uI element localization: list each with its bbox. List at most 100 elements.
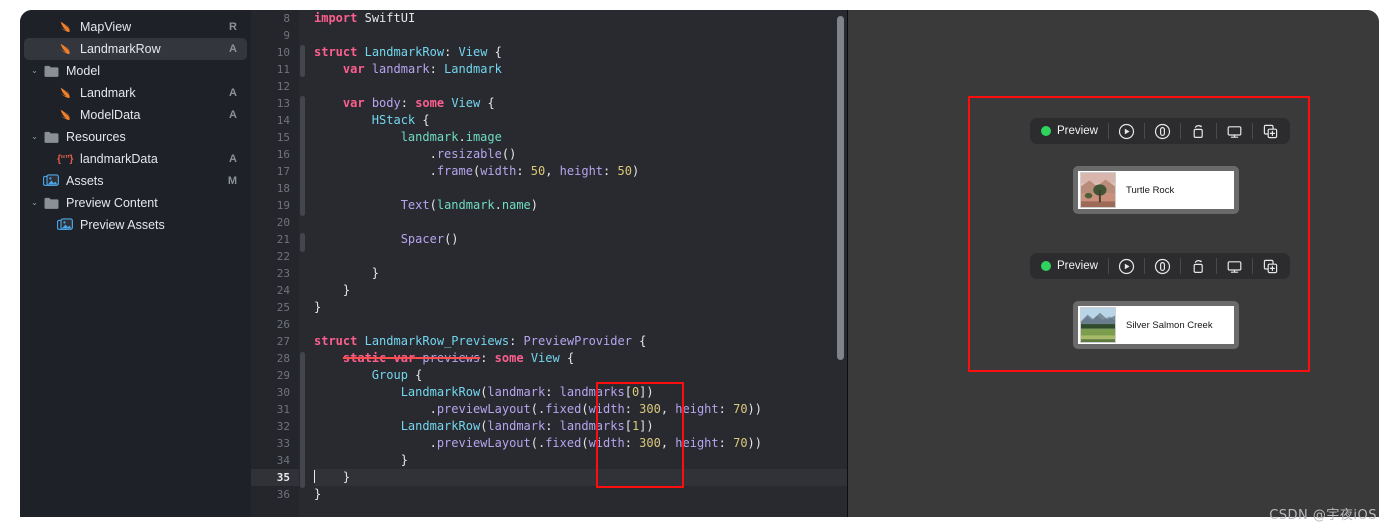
- code-line[interactable]: }: [314, 486, 847, 503]
- sidebar-item-landmarkdata[interactable]: {“”} landmarkData A: [24, 148, 247, 170]
- rotate-3d-icon[interactable]: [1181, 118, 1216, 144]
- line-number: 10: [276, 46, 290, 59]
- source-code-area[interactable]: import SwiftUI struct LandmarkRow: View {…: [308, 10, 847, 517]
- code-line[interactable]: [314, 27, 847, 44]
- line-number: 33: [276, 437, 290, 450]
- sidebar-item-label: MapView: [80, 20, 132, 34]
- code-line[interactable]: .previewLayout(.fixed(width: 300, height…: [314, 435, 847, 452]
- inspect-circle-icon[interactable]: [1145, 118, 1180, 144]
- code-line[interactable]: HStack {: [314, 112, 847, 129]
- swift-file-icon: [60, 109, 70, 121]
- line-number: 23: [276, 267, 290, 280]
- line-number: 28: [276, 352, 290, 365]
- folder-icon: [44, 65, 58, 77]
- display-icon[interactable]: [1217, 118, 1252, 144]
- scm-status-badge: A: [229, 43, 237, 55]
- code-line[interactable]: LandmarkRow(landmark: landmarks[0]): [314, 384, 847, 401]
- code-line[interactable]: Spacer(): [314, 231, 847, 248]
- sidebar-item-label: Preview Content: [66, 196, 158, 210]
- folder-icon: [44, 197, 58, 209]
- swift-file-icon: [55, 108, 75, 122]
- code-line[interactable]: }: [314, 299, 847, 316]
- code-line[interactable]: import SwiftUI: [314, 10, 847, 27]
- play-circle-icon[interactable]: [1109, 253, 1144, 279]
- code-line[interactable]: [314, 214, 847, 231]
- duplicate-add-icon[interactable]: [1253, 118, 1288, 144]
- sidebar-item-label: Assets: [66, 174, 104, 188]
- code-line[interactable]: .previewLayout(.fixed(width: 300, height…: [314, 401, 847, 418]
- code-line[interactable]: }: [314, 452, 847, 469]
- preview-status-button[interactable]: Preview: [1032, 125, 1108, 137]
- line-number: 8: [283, 12, 290, 25]
- silver-salmon-creek-thumbnail: [1080, 307, 1116, 343]
- sidebar-item-assets[interactable]: Assets M: [24, 170, 247, 192]
- code-line[interactable]: static var previews: some View {: [314, 350, 847, 367]
- code-line[interactable]: var landmark: Landmark: [314, 61, 847, 78]
- display-icon[interactable]: [1217, 253, 1252, 279]
- landmark-row-preview: Turtle Rock: [1078, 171, 1234, 209]
- landmark-name-label: Silver Salmon Creek: [1126, 319, 1213, 331]
- fold-bar[interactable]: [300, 233, 305, 252]
- code-line[interactable]: Text(landmark.name): [314, 197, 847, 214]
- code-line[interactable]: .resizable(): [314, 146, 847, 163]
- navigator-list[interactable]: MapView R LandmarkRow A ⌄ Model Landmark A Model…: [20, 16, 251, 236]
- code-line[interactable]: [314, 248, 847, 265]
- live-status-dot-icon: [1041, 126, 1051, 136]
- code-editor[interactable]: 8 9 10 11 12 13 14 15 16 17 18 19 20 21 22 23 24 25 26 27 28…: [251, 10, 847, 517]
- folder-icon: [41, 65, 61, 78]
- line-number: 34: [276, 454, 290, 467]
- code-line[interactable]: [314, 78, 847, 95]
- sidebar-item-mapview[interactable]: MapView R: [24, 16, 247, 38]
- code-line[interactable]: .frame(width: 50, height: 50): [314, 163, 847, 180]
- sidebar-item-preview-assets[interactable]: Preview Assets: [24, 214, 247, 236]
- code-line[interactable]: struct LandmarkRow_Previews: PreviewProv…: [314, 333, 847, 350]
- line-number: 29: [276, 369, 290, 382]
- preview-card[interactable]: Silver Salmon Creek: [1073, 301, 1239, 349]
- sidebar-item-landmarkrow[interactable]: LandmarkRow A: [24, 38, 247, 60]
- sidebar-item-label: ModelData: [80, 108, 141, 122]
- preview-status-label: Preview: [1057, 260, 1098, 272]
- code-line[interactable]: Group {: [314, 367, 847, 384]
- landmark-row-preview: Silver Salmon Creek: [1078, 306, 1234, 344]
- folder-icon: [41, 197, 61, 210]
- preview-status-button[interactable]: Preview: [1032, 260, 1108, 272]
- preview-toolbar[interactable]: Preview: [1030, 118, 1290, 144]
- fold-bar[interactable]: [300, 96, 305, 216]
- duplicate-add-icon[interactable]: [1253, 253, 1288, 279]
- code-line[interactable]: struct LandmarkRow: View {: [314, 44, 847, 61]
- editor-vertical-scrollbar[interactable]: [837, 16, 844, 360]
- line-number: 15: [276, 131, 290, 144]
- disclosure-triangle-icon[interactable]: ⌄: [28, 133, 41, 141]
- code-line[interactable]: var body: some View {: [314, 95, 847, 112]
- line-number: 19: [276, 199, 290, 212]
- sidebar-item-modeldata[interactable]: ModelData A: [24, 104, 247, 126]
- preview-status-label: Preview: [1057, 125, 1098, 137]
- code-line[interactable]: landmark.image: [314, 129, 847, 146]
- preview-card[interactable]: Turtle Rock: [1073, 166, 1239, 214]
- disclosure-triangle-icon[interactable]: ⌄: [28, 199, 41, 207]
- sidebar-item-landmark[interactable]: Landmark A: [24, 82, 247, 104]
- code-line[interactable]: }: [314, 282, 847, 299]
- fold-bar[interactable]: [300, 45, 305, 77]
- sidebar-item-preview-content[interactable]: ⌄ Preview Content: [24, 192, 247, 214]
- fold-bar[interactable]: [300, 352, 305, 488]
- code-line[interactable]: [314, 180, 847, 197]
- preview-toolbar[interactable]: Preview: [1030, 253, 1290, 279]
- line-number: 32: [276, 420, 290, 433]
- preview-canvas[interactable]: Preview Turtle Rock Preview Silver Salmon C…: [848, 10, 1379, 517]
- code-line[interactable]: }: [314, 469, 847, 486]
- code-line[interactable]: LandmarkRow(landmark: landmarks[1]): [314, 418, 847, 435]
- code-line[interactable]: [314, 316, 847, 333]
- disclosure-triangle-icon[interactable]: ⌄: [28, 67, 41, 75]
- sidebar-item-model[interactable]: ⌄ Model: [24, 60, 247, 82]
- scm-status-badge: A: [229, 153, 237, 165]
- code-line[interactable]: }: [314, 265, 847, 282]
- project-navigator-sidebar[interactable]: MapView R LandmarkRow A ⌄ Model Landmark A Model…: [20, 10, 251, 517]
- inspect-circle-icon[interactable]: [1145, 253, 1180, 279]
- play-circle-icon[interactable]: [1109, 118, 1144, 144]
- code-fold-strip[interactable]: [299, 10, 308, 517]
- rotate-3d-icon[interactable]: [1181, 253, 1216, 279]
- sidebar-item-resources[interactable]: ⌄ Resources: [24, 126, 247, 148]
- sidebar-item-label: Landmark: [80, 86, 136, 100]
- line-number: 30: [276, 386, 290, 399]
